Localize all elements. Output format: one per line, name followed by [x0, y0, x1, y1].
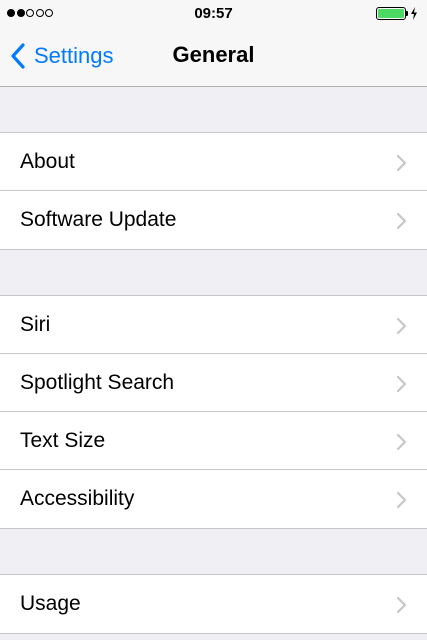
charging-bolt-icon: [411, 7, 417, 20]
top-bar: 09:57 Settings General: [0, 0, 427, 87]
settings-group-3: Usage: [0, 574, 427, 634]
chevron-right-icon: [396, 375, 407, 393]
row-accessibility[interactable]: Accessibility: [0, 469, 427, 528]
battery-icon: [376, 7, 406, 20]
status-bar: 09:57: [0, 0, 427, 28]
row-label: Usage: [20, 592, 81, 615]
chevron-right-icon: [396, 491, 407, 509]
battery-level: [378, 9, 404, 18]
navigation-bar: Settings General: [0, 28, 427, 86]
row-label: Spotlight Search: [20, 371, 175, 394]
chevron-right-icon: [396, 154, 407, 172]
row-label: Text Size: [20, 429, 106, 452]
row-label: Software Update: [20, 208, 177, 231]
chevron-right-icon: [396, 317, 407, 335]
settings-group-2: Siri Spotlight Search Text Size Accessib…: [0, 295, 427, 529]
row-label: About: [20, 150, 75, 173]
row-spotlight-search[interactable]: Spotlight Search: [0, 353, 427, 412]
chevron-right-icon: [396, 433, 407, 451]
row-siri[interactable]: Siri: [0, 296, 427, 354]
row-usage[interactable]: Usage: [0, 575, 427, 633]
row-about[interactable]: About: [0, 133, 427, 191]
settings-list: About Software Update Siri Spotlight Sea…: [0, 87, 427, 634]
row-text-size[interactable]: Text Size: [0, 411, 427, 470]
settings-group-1: About Software Update: [0, 132, 427, 250]
page-title: General: [172, 42, 255, 67]
row-software-update[interactable]: Software Update: [0, 190, 427, 249]
chevron-right-icon: [396, 212, 407, 230]
row-label: Siri: [20, 313, 51, 336]
battery-nub: [406, 11, 408, 16]
status-time: 09:57: [194, 5, 233, 22]
chevron-right-icon: [396, 596, 407, 614]
row-label: Accessibility: [20, 487, 135, 510]
